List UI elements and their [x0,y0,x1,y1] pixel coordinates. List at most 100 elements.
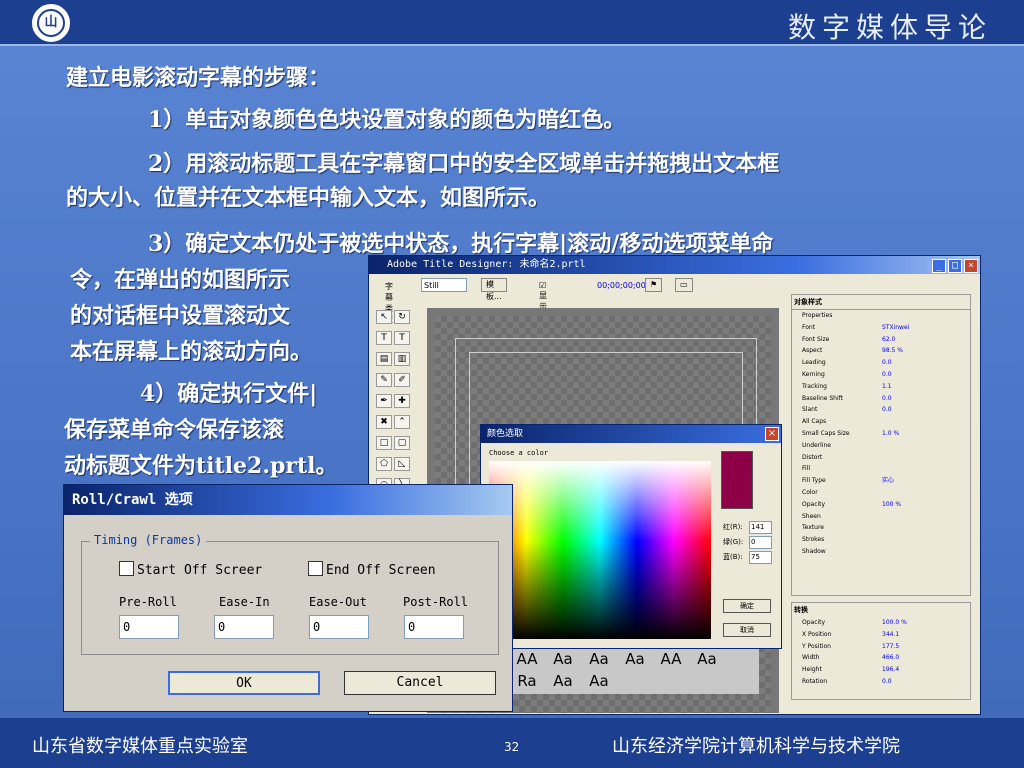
maximize-icon[interactable]: □ [948,259,962,273]
wedge-tool-icon[interactable]: ◺ [394,457,410,471]
flag-button[interactable]: ⚑ [645,278,663,292]
style-swatch[interactable]: Aa [689,648,725,670]
ease-out-input[interactable]: 0 [309,615,369,639]
roll-crawl-dialog: Roll/Crawl 选项 Timing (Frames) Start Off … [63,484,513,712]
property-value[interactable]: 62.0 [882,334,895,346]
property-row[interactable]: Properties [792,310,970,322]
property-row[interactable]: Fill Type 实心 [792,475,970,487]
transform-value[interactable]: 0.0 [882,676,892,688]
area-type-tool-icon[interactable]: ▤ [376,352,392,366]
step-4-line-1: 4）确定执行文件| [140,381,318,407]
color-ok-button[interactable]: 确定 [723,599,771,613]
close-icon[interactable]: × [964,259,978,273]
property-row[interactable]: Opacity 100 % [792,499,970,511]
property-row[interactable]: Texture [792,522,970,534]
property-row[interactable]: Shadow [792,546,970,558]
property-row[interactable]: Slant 0.0 [792,404,970,416]
transform-value[interactable]: 466.0 [882,652,899,664]
property-row[interactable]: Underline [792,440,970,452]
property-value[interactable]: 1.1 [882,381,892,393]
transform-row[interactable]: X Position 344.1 [792,629,970,641]
end-off-screen-checkbox[interactable]: End Off Screen [308,561,436,578]
style-swatch[interactable]: Aa [545,670,581,692]
slide-heading: 建立电影滚动字幕的步骤： [66,65,331,91]
property-row[interactable]: Kerning 0.0 [792,369,970,381]
property-row[interactable]: Strokes [792,534,970,546]
property-value[interactable]: 0.0 [882,404,892,416]
pen-tool-icon[interactable]: ✒ [376,394,392,408]
footer-left: 山东省数字媒体重点实验室 [32,736,248,757]
transform-row[interactable]: Y Position 177.5 [792,641,970,653]
color-cancel-button[interactable]: 取消 [723,623,771,637]
add-anchor-tool-icon[interactable]: ✚ [394,394,410,408]
transform-value[interactable]: 177.5 [882,641,899,653]
new-color-swatch [722,452,752,480]
property-value[interactable]: 98.5 % [882,345,903,357]
blue-field[interactable]: 75 [749,551,772,564]
style-swatch[interactable]: AA [509,648,545,670]
transform-value[interactable]: 344.1 [882,629,899,641]
property-value[interactable]: 0.0 [882,357,892,369]
course-title: 数字媒体导论 [787,11,992,44]
transform-value[interactable]: 196.4 [882,664,899,676]
property-value[interactable]: 1.0 % [882,428,899,440]
property-row[interactable]: Aspect 98.5 % [792,345,970,357]
delete-anchor-tool-icon[interactable]: ✖ [376,415,392,429]
color-spectrum[interactable] [489,461,711,639]
property-row[interactable]: Baseline Shift 0.0 [792,393,970,405]
style-swatch[interactable]: Aa [581,670,617,692]
style-swatch[interactable]: Aa [545,648,581,670]
property-row[interactable]: All Caps [792,416,970,428]
rounded-rectangle-tool-icon[interactable]: ▢ [394,436,410,450]
cancel-button[interactable]: Cancel [344,671,496,695]
property-row[interactable]: Sheen [792,511,970,523]
display-button[interactable]: ▭ [675,278,693,292]
color-preview-swatch [721,451,753,509]
property-row[interactable]: Tracking 1.1 [792,381,970,393]
template-button[interactable]: 模板... [481,278,507,301]
title-type-select[interactable]: Still [421,278,467,292]
green-field[interactable]: 0 [749,536,772,549]
post-roll-input[interactable]: 0 [404,615,464,639]
vertical-type-tool-icon[interactable]: T [394,331,410,345]
type-tool-icon[interactable]: T [376,331,392,345]
style-swatch[interactable]: Ra [509,670,545,692]
rectangle-tool-icon[interactable]: □ [376,436,392,450]
property-row[interactable]: Font Size 62.0 [792,334,970,346]
path-type-tool-icon[interactable]: ✎ [376,373,392,387]
property-row[interactable]: Font STXinwei [792,322,970,334]
minimize-icon[interactable]: _ [932,259,946,273]
clipped-corner-tool-icon[interactable]: ⬠ [376,457,392,471]
style-swatch[interactable]: AA [653,648,689,670]
vertical-area-type-tool-icon[interactable]: ▥ [394,352,410,366]
transform-row[interactable]: Height 196.4 [792,664,970,676]
transform-value[interactable]: 100.0 % [882,617,907,629]
ok-button[interactable]: OK [168,671,320,695]
timecode[interactable]: 00;00;00;00 [597,281,646,290]
red-field[interactable]: 141 [749,521,772,534]
close-icon[interactable]: × [765,427,779,441]
start-off-screen-checkbox[interactable]: Start Off Screer [119,561,262,578]
property-value[interactable]: 0.0 [882,393,892,405]
transform-row[interactable]: Width 466.0 [792,652,970,664]
property-row[interactable]: Small Caps Size 1.0 % [792,428,970,440]
property-row[interactable]: Leading 0.0 [792,357,970,369]
property-row[interactable]: Distort [792,452,970,464]
style-swatch[interactable]: Aa [581,648,617,670]
property-value[interactable]: STXinwei [882,322,909,334]
style-swatch[interactable]: Aa [617,648,653,670]
selection-tool-icon[interactable]: ↖ [376,310,392,324]
pre-roll-input[interactable]: 0 [119,615,179,639]
property-row[interactable]: Color [792,487,970,499]
property-row[interactable]: Fill [792,463,970,475]
transform-row[interactable]: Rotation 0.0 [792,676,970,688]
ease-in-input[interactable]: 0 [214,615,274,639]
transform-row[interactable]: Opacity 100.0 % [792,617,970,629]
convert-anchor-tool-icon[interactable]: ⌃ [394,415,410,429]
property-value[interactable]: 100 % [882,499,901,511]
property-value[interactable]: 0.0 [882,369,892,381]
timing-group-label: Timing (Frames) [90,533,207,547]
vertical-path-type-tool-icon[interactable]: ✐ [394,373,410,387]
rotate-tool-icon[interactable]: ↻ [394,310,410,324]
property-value[interactable]: 实心 [882,475,894,487]
